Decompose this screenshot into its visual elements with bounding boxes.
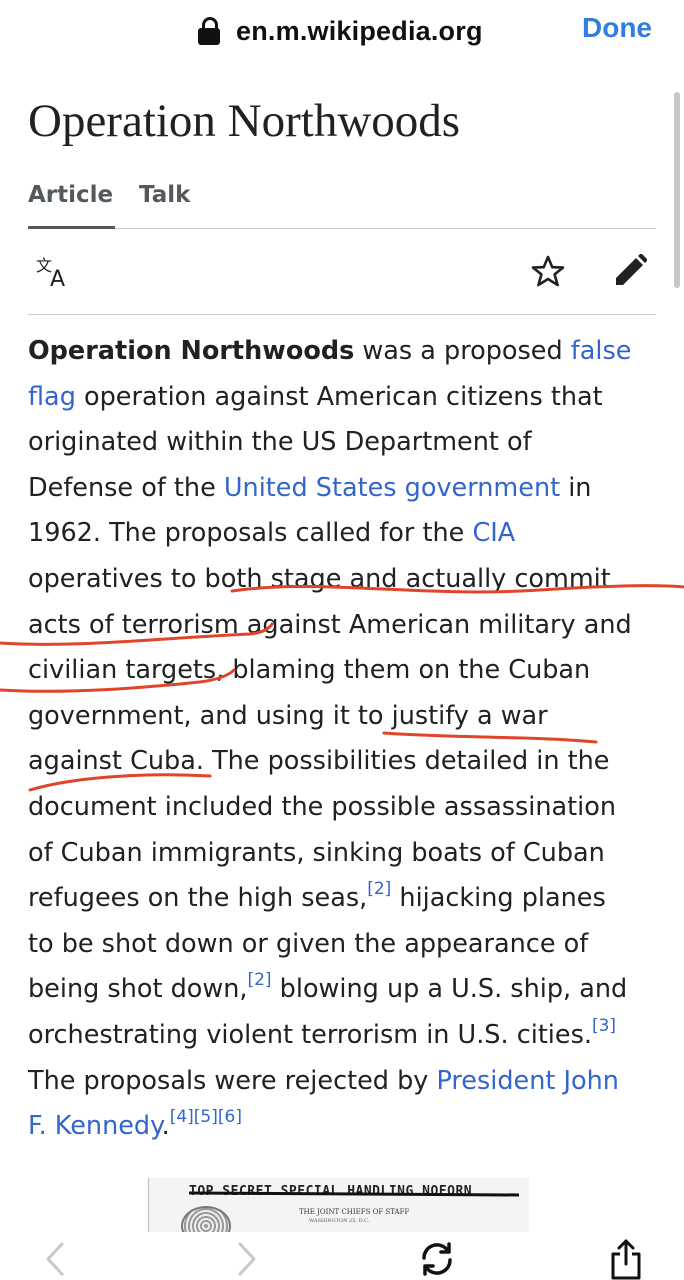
article-line: Defense of the United States government … [28,466,668,512]
article-text: against Cuba. The possibilities detailed… [28,746,610,777]
tab-talk[interactable]: Talk [139,182,190,226]
article-link[interactable]: United States government [224,473,560,503]
article-text: 1962. The proposals called for the [28,518,473,549]
article-line: orchestrating violent terrorism in U.S. … [28,1013,668,1059]
svg-text:A: A [50,267,65,288]
article-text: hijacking planes [391,883,606,914]
article-link[interactable]: President John [436,1066,619,1096]
chevron-right-icon[interactable] [232,1240,262,1278]
article-text: originated within the US Department of [28,427,532,458]
article-line: F. Kennedy.[4][5][6] [28,1104,668,1150]
article-line: to be shot down or given the appearance … [28,922,668,968]
browser-top-bar: en.m.wikipedia.org Done [0,0,684,62]
translate-icon[interactable]: 文 A [36,256,72,288]
article-line: Operation Northwoods was a proposed fals… [28,329,668,375]
citation-ref[interactable]: [6] [218,1107,242,1127]
article-text: operatives to both stage and actually co… [28,563,611,594]
article-text: Defense of the [28,472,224,503]
article-link[interactable]: CIA [472,518,515,548]
article-line: being shot down,[2] blowing up a U.S. sh… [28,967,668,1013]
done-button[interactable]: Done [582,12,652,44]
article-text: of Cuban immigrants, sinking boats of Cu… [28,837,605,868]
citation-ref[interactable]: [3] [592,1016,616,1036]
page-actions: 文 A [28,230,656,315]
article-link[interactable]: false [571,336,632,366]
article-link[interactable]: F. Kennedy [28,1111,162,1141]
url-text: en.m.wikipedia.org [236,15,483,46]
article-line: of Cuban immigrants, sinking boats of Cu… [28,831,668,877]
article-line: The proposals were rejected by President… [28,1059,668,1105]
citation-ref[interactable]: [2] [367,879,391,899]
article-text: document included the possible assassina… [28,791,617,822]
article-text: to be shot down or given the appearance … [28,928,589,959]
citation-ref[interactable]: [2] [247,970,271,990]
seal-image [181,1206,231,1234]
star-icon[interactable] [530,254,566,290]
address-bar[interactable]: en.m.wikipedia.org [198,14,483,48]
article-line: refugees on the high seas,[2] hijacking … [28,876,668,922]
article-text: in [560,472,592,503]
article-text: being shot down, [28,974,248,1005]
lock-icon [198,16,220,46]
article-text: blowing up a U.S. ship, and [271,974,628,1005]
tab-article[interactable]: Article [28,182,116,229]
document-image[interactable]: TOP SECRET SPECIAL HANDLING NOFORN THE J… [148,1178,529,1234]
article-line: flag operation against American citizens… [28,375,668,421]
bold-term: Operation Northwoods [28,336,355,366]
article-line: document included the possible assassina… [28,785,668,831]
article-line: originated within the US Department of [28,420,668,466]
page-tabs: Article Talk [28,182,656,229]
article-text: orchestrating violent terrorism in U.S. … [28,1019,592,1050]
article-text: The proposals were rejected by [28,1065,437,1096]
article-line: government, and using it to justify a wa… [28,694,668,740]
article-line: operatives to both stage and actually co… [28,557,668,603]
article-link[interactable]: flag [28,382,76,412]
article-line: acts of terrorism against American milit… [28,603,668,649]
article-text: civilian targets, blaming them on the Cu… [28,655,591,686]
citation-ref[interactable]: [4] [170,1107,194,1127]
article-line: 1962. The proposals called for the CIA [28,511,668,557]
article-text: . [161,1111,170,1142]
article-text: government, and using it to justify a wa… [28,700,548,731]
citation-ref[interactable]: [5] [194,1107,218,1127]
article-text: was a proposed [354,336,571,366]
share-icon[interactable] [608,1238,644,1280]
document-location: WASHINGTON 25, D.C. [309,1218,370,1224]
document-subheader: THE JOINT CHIEFS OF STAFF [299,1208,410,1216]
pencil-icon[interactable] [613,254,647,288]
page-title: Operation Northwoods [28,95,461,147]
reload-icon[interactable] [418,1240,456,1278]
article-text: refugees on the high seas, [28,883,368,914]
article-line: against Cuba. The possibilities detailed… [28,739,668,785]
chevron-left-icon[interactable] [40,1240,70,1278]
article-text: acts of terrorism against American milit… [28,609,632,640]
article-line: civilian targets, blaming them on the Cu… [28,648,668,694]
article-lead-paragraph: Operation Northwoods was a proposed fals… [28,329,668,1150]
redaction-strike [189,1191,519,1197]
browser-toolbar [0,1232,684,1280]
article-text: operation against American citizens that [75,381,603,412]
scrollbar[interactable] [674,92,680,288]
